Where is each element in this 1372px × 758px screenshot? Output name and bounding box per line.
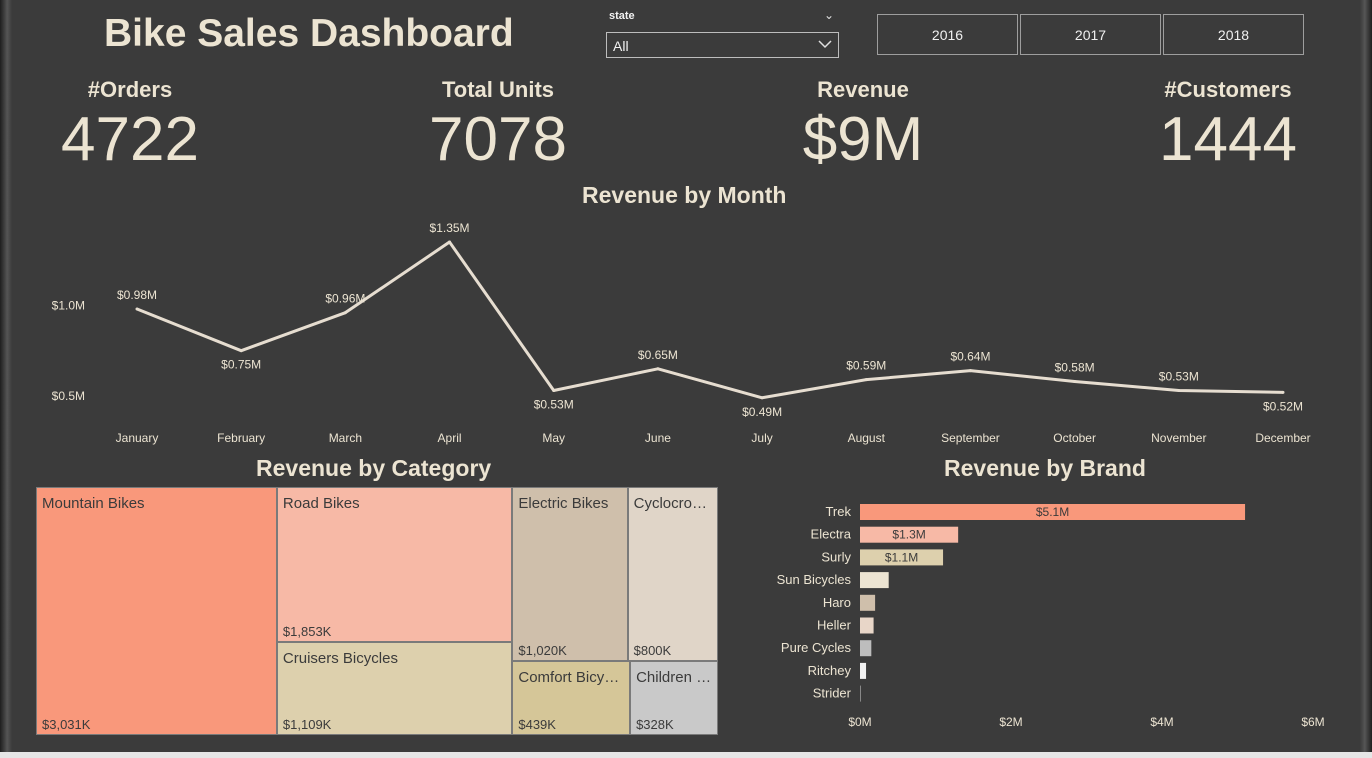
brand-bar[interactable] xyxy=(860,685,861,702)
treemap-tile-name: Mountain Bikes xyxy=(42,495,145,512)
bar-data-label: $1.3M xyxy=(892,528,925,542)
data-label: $0.64M xyxy=(950,350,990,364)
data-label: $0.98M xyxy=(117,288,157,302)
x-tick-label: July xyxy=(751,431,772,445)
brand-bar[interactable] xyxy=(860,662,867,679)
x-tick-label: October xyxy=(1053,431,1096,445)
x-tick-label: $0M xyxy=(848,715,871,729)
data-point xyxy=(1281,390,1285,394)
treemap-tile-value: $1,020K xyxy=(518,643,567,659)
brand-bar[interactable] xyxy=(860,640,872,657)
data-label: $0.53M xyxy=(1159,370,1199,384)
treemap-tile[interactable]: Comfort Bicycles $439K xyxy=(512,661,631,735)
x-tick-label: August xyxy=(848,431,886,445)
brand-label: Trek xyxy=(825,504,851,519)
data-label: $0.75M xyxy=(221,358,261,372)
treemap-tile-name: Comfort Bicycles xyxy=(518,669,627,687)
data-point xyxy=(968,369,972,373)
bar-data-label: $5.1M xyxy=(1036,505,1069,519)
data-point xyxy=(448,240,452,244)
treemap-tile[interactable]: Mountain Bikes $3,031K xyxy=(36,487,277,735)
brand-label: Strider xyxy=(813,686,852,701)
bottom-strip xyxy=(0,752,1372,758)
brand-bar[interactable] xyxy=(860,572,889,589)
x-tick-label: June xyxy=(645,431,671,445)
bar-data-label: $1.1M xyxy=(885,550,918,564)
brand-label: Electra xyxy=(811,527,852,542)
data-label: $0.58M xyxy=(1055,360,1095,374)
x-tick-label: January xyxy=(116,431,159,445)
brand-label: Sun Bicycles xyxy=(777,572,852,587)
brand-bar[interactable] xyxy=(860,617,874,634)
treemap-tile-value: $439K xyxy=(518,716,556,732)
data-label: $0.59M xyxy=(846,359,886,373)
data-label: $0.53M xyxy=(534,398,574,412)
data-label: $0.49M xyxy=(742,405,782,419)
x-tick-label: March xyxy=(329,431,362,445)
brand-label: Pure Cycles xyxy=(781,640,852,655)
treemap-tile-value: $328K xyxy=(636,716,674,732)
data-point xyxy=(343,311,347,315)
category-chart-title: Revenue by Category xyxy=(256,455,492,481)
x-tick-label: September xyxy=(941,431,1000,445)
data-label: $1.35M xyxy=(430,221,470,235)
brand-label: Heller xyxy=(817,618,852,633)
treemap-tile-name: Cruisers Bicycles xyxy=(282,650,398,668)
data-point xyxy=(135,307,139,311)
data-point xyxy=(1177,389,1181,393)
data-label: $0.65M xyxy=(638,348,678,362)
data-point xyxy=(552,389,556,393)
treemap-tile-value: $1,853K xyxy=(282,624,332,640)
treemap-tile[interactable]: Electric Bikes $1,020K xyxy=(512,487,628,662)
data-point xyxy=(864,378,868,382)
treemap-tile-value: $800K xyxy=(633,643,672,659)
x-tick-label: $2M xyxy=(999,715,1022,729)
x-tick-label: $4M xyxy=(1150,715,1173,729)
treemap-tile-value: $1,109K xyxy=(282,716,332,732)
brand-chart-title: Revenue by Brand xyxy=(944,455,1146,481)
data-point xyxy=(656,367,660,371)
data-label: $0.96M xyxy=(325,292,365,306)
revenue-by-month-chart: $1.0M $0.5M $0.98M January $0.75M February $0.… xyxy=(52,221,1311,445)
treemap-tile-value: $3,031K xyxy=(42,717,91,732)
treemap-tile[interactable]: Road Bikes $1,853K xyxy=(276,487,513,643)
data-point xyxy=(760,396,764,400)
x-tick-label: November xyxy=(1151,431,1206,445)
revenue-by-brand-chart: Trek $5.1M Electra $1.3M Surly $1.1M Sun Bicyc… xyxy=(777,504,1325,729)
brand-label: Haro xyxy=(823,595,851,610)
x-tick-label: February xyxy=(217,431,265,445)
x-tick-label: May xyxy=(542,431,565,445)
brand-bar[interactable] xyxy=(860,594,876,611)
x-tick-label: December xyxy=(1255,431,1310,445)
data-point xyxy=(239,349,243,353)
y-tick-label: $1.0M xyxy=(52,298,85,312)
treemap-tile-name: Electric Bikes xyxy=(518,495,609,512)
brand-label: Surly xyxy=(821,549,851,564)
brand-label: Ritchey xyxy=(808,663,852,678)
data-label: $0.52M xyxy=(1263,399,1303,413)
treemap-tile[interactable]: Cruisers Bicycles $1,109K xyxy=(276,642,513,735)
data-point xyxy=(1073,379,1077,383)
x-tick-label: $6M xyxy=(1301,715,1324,729)
treemap-tile-name: Road Bikes xyxy=(282,495,360,512)
x-tick-label: April xyxy=(438,431,462,445)
revenue-line xyxy=(136,240,1284,400)
y-tick-label: $0.5M xyxy=(52,389,85,403)
